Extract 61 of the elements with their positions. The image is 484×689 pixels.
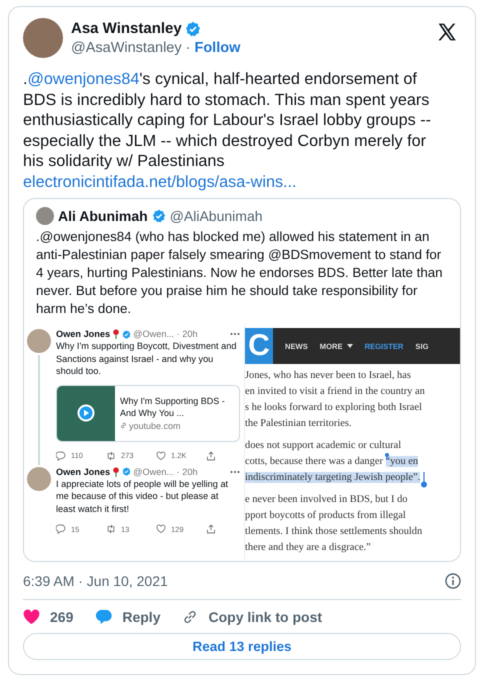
tweet-author-name: Owen Jones: [56, 329, 110, 339]
like-action[interactable]: 269: [23, 609, 74, 625]
site-logo: C: [245, 328, 273, 364]
rose-icon: [112, 329, 120, 339]
article-text-line: e never been involved in BDS, but I do: [245, 494, 408, 506]
share-icon: [206, 450, 216, 460]
quoted-author-handle: @AliAbunimah: [170, 208, 263, 224]
article-text-line: the Palestinian territories.: [245, 418, 352, 430]
link-icon: [182, 609, 198, 625]
link-card[interactable]: Why I'm Supporting BDS - And Why You ... youtube.com: [56, 384, 240, 442]
separator: ·: [186, 40, 190, 56]
info-icon: [445, 573, 461, 589]
heart-icon: [23, 609, 40, 625]
copy-action[interactable]: Copy link to post: [182, 609, 322, 625]
tweet-handle-time: @Owen... · 20h: [133, 329, 199, 339]
reply-icon: [56, 450, 66, 460]
caret-icon: [346, 344, 353, 348]
link-card-title: Why I'm Supporting BDS - And Why You ...: [120, 394, 226, 420]
tweet-handle-time: @Owen... · 20h: [133, 466, 199, 476]
share-icon: [206, 524, 216, 534]
article-text-line: cotts, because there was a danger “you en: [245, 456, 418, 468]
selection-handle-icon: [421, 472, 428, 488]
author-name: Asa Winstanley: [71, 20, 182, 37]
more-icon: [230, 470, 240, 474]
reply-icon: [56, 524, 66, 534]
tweet-author-name: Owen Jones: [56, 466, 110, 476]
retweet-icon: [106, 450, 116, 460]
url-link[interactable]: electronicintifada.net/blogs/asa-wins...: [23, 172, 297, 190]
avatar: [36, 207, 54, 225]
heart-icon: [156, 450, 166, 460]
avatar: [27, 329, 51, 353]
avatar: [27, 466, 51, 490]
read-replies-button[interactable]: Read 13 replies: [23, 633, 461, 660]
retweet-icon: [106, 524, 116, 534]
more-icon: [230, 332, 240, 336]
quoted-post[interactable]: [23, 198, 461, 562]
article-text-line: s he looks forward to exploring both Israel: [245, 402, 422, 414]
rose-icon: [112, 466, 120, 476]
article-text-line: Jones, who has never been to Israel, has: [245, 370, 411, 382]
quoted-post-text: .@owenjones84 (who has blocked me) allowed his statement in an anti-Palestinian paper falsely smearing @BDSmovement to stand for 4 years, hurting Palestinians. Now he endorses BDS. Better late than never. But before you praise him he should take responsibility for harm he’s done.: [36, 228, 444, 318]
tweet-text: I appreciate lots of people will be yelling at me because of this video - but please at least watch it first!: [56, 478, 230, 515]
article-text-line: en invited to visit a friend in the country an: [245, 386, 425, 398]
link-icon: [120, 422, 127, 430]
article-text-line: there and they are a disgrace.”: [245, 542, 371, 554]
quoted-author-name: Ali Abunimah: [58, 208, 148, 224]
mention-link[interactable]: @owenjones84: [28, 70, 140, 88]
article-text-line: pport boycotts of products from illegal: [245, 510, 406, 522]
follow-link[interactable]: Follow: [194, 40, 240, 56]
article-text-line: does not support academic or cultural: [245, 440, 402, 452]
speech-bubble-icon: [95, 609, 112, 625]
avatar: [23, 18, 63, 58]
link-card-domain: youtube.com: [129, 420, 181, 432]
heart-icon: [156, 524, 166, 534]
tweet-text: Why I'm supporting Boycott, Divestment and Sanctions against Israel - and why you should too.: [56, 340, 238, 378]
play-icon: [77, 404, 95, 422]
post-text: .@owenjones84's cynical, half-hearted endorsement of BDS is incredibly hard to stomach. This man spent years enthusiastically caping for Labour's Israel lobby groups -- especially the JLM -- which destroyed Corbyn merely for his solidarity w/ Palestinians electronicintifada.net/blogs/asa-wins...: [23, 69, 432, 192]
x-letter-icon: [437, 22, 457, 42]
article-text-line: tlements. I think those settlements shouldn: [245, 526, 422, 538]
reply-action[interactable]: Reply: [95, 609, 160, 625]
author-handle: @AsaWinstanley: [71, 40, 182, 56]
timestamp: 6:39 AM · Jun 10, 2021: [23, 573, 168, 589]
